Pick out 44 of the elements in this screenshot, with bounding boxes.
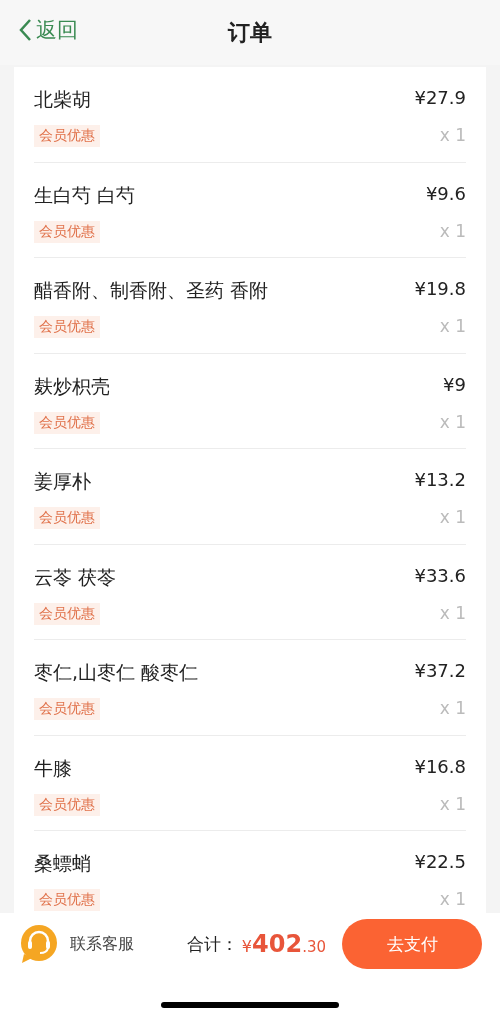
chevron-left-icon [18, 18, 32, 42]
item-quantity: x 1 [439, 411, 466, 434]
member-discount-tag: 会员优惠 [34, 220, 100, 243]
item-name: 枣仁,山枣仁 酸枣仁 [34, 660, 200, 685]
item-quantity: x 1 [438, 602, 466, 625]
item-quantity: x 1 [438, 889, 466, 911]
headset-icon [20, 924, 58, 964]
member-discount-tag: 会员优惠 [34, 602, 100, 625]
item-name: 姜厚朴 [34, 469, 92, 494]
member-discount-tag: 会员优惠 [34, 507, 100, 529]
back-button[interactable]: 返回 [18, 16, 78, 44]
member-discount-tag: 会员优惠 [34, 793, 100, 816]
pay-button[interactable]: 去支付 [342, 919, 482, 969]
item-price: ¥19.8 [414, 278, 466, 301]
item-quantity: x 1 [438, 698, 466, 720]
page-title: 订单 [228, 18, 272, 47]
item-price: ¥9 [442, 373, 466, 397]
item-quantity: x 1 [438, 125, 466, 147]
item-quantity: x 1 [438, 507, 466, 529]
member-discount-tag: 会员优惠 [34, 316, 100, 338]
item-name: 云苓 茯苓 [34, 564, 118, 590]
total-label: 合计： [186, 932, 238, 956]
total-amount: ¥402.30 [241, 930, 326, 958]
item-quantity: x 1 [438, 220, 466, 243]
item-price: ¥27.9 [414, 87, 466, 110]
item-price: ¥37.2 [414, 660, 466, 683]
item-name: 北柴胡 [34, 87, 92, 112]
item-quantity: x 1 [438, 316, 466, 338]
item-name: 牛膝 [34, 755, 73, 781]
contact-service-link[interactable]: 联系客服 [70, 933, 134, 955]
item-name: 桑螵蛸 [34, 851, 92, 876]
item-price: ¥16.8 [414, 755, 466, 779]
item-price: ¥13.2 [414, 469, 466, 492]
item-price: ¥9.6 [425, 182, 466, 206]
item-price: ¥22.5 [414, 851, 466, 874]
member-discount-tag: 会员优惠 [34, 411, 100, 434]
member-discount-tag: 会员优惠 [34, 125, 100, 147]
item-price: ¥33.6 [414, 564, 466, 588]
member-discount-tag: 会员优惠 [34, 889, 100, 911]
item-name: 醋香附、制香附、圣药 香附 [34, 278, 270, 303]
member-discount-tag: 会员优惠 [34, 698, 100, 720]
item-name: 生白芍 白芍 [34, 182, 137, 208]
item-name: 麸炒枳壳 [34, 373, 111, 399]
item-quantity: x 1 [438, 793, 466, 816]
